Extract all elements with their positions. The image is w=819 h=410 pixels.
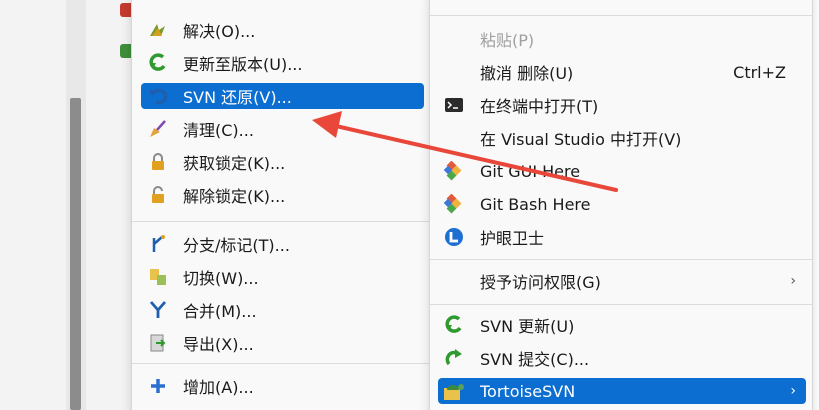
annotation-arrow-icon xyxy=(312,111,618,192)
